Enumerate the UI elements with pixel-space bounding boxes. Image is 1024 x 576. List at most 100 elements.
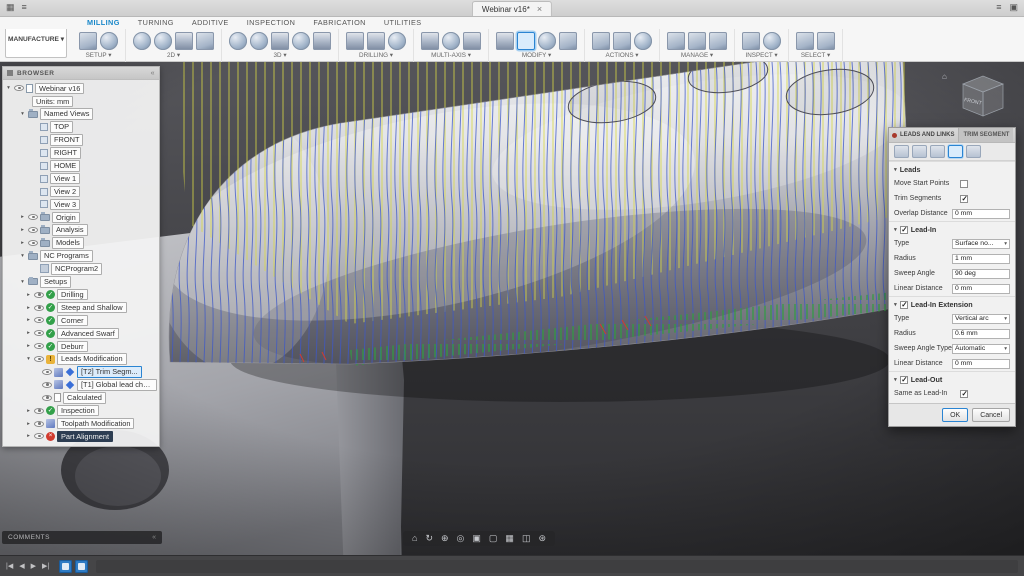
visibility-eye-icon[interactable]: [34, 343, 44, 349]
titlebar-icon[interactable]: ≡: [22, 0, 27, 15]
toolbar-icon[interactable]: [613, 32, 631, 50]
tree-item-label[interactable]: Drilling: [57, 289, 88, 301]
tree-item-label[interactable]: Webinar v16: [35, 83, 84, 95]
view-cube-graphic[interactable]: FRONT: [949, 70, 1011, 122]
field-control[interactable]: 0 mm: [952, 284, 1010, 294]
dialog-tool-tab-icon[interactable]: [966, 145, 981, 158]
tree-item[interactable]: Drilling: [3, 288, 159, 301]
ok-button[interactable]: OK: [942, 408, 968, 422]
tree-item[interactable]: Webinar v16: [3, 82, 159, 95]
field-control[interactable]: 0.6 mm: [952, 329, 1010, 339]
toolbar-group-label[interactable]: DRILLING ▾: [359, 52, 393, 59]
view-cube[interactable]: ⌂ FRONT: [942, 70, 1020, 126]
tree-item[interactable]: Inspection: [3, 404, 159, 417]
tree-item-label[interactable]: Toolpath Modification: [57, 418, 134, 430]
timeline-op-chip[interactable]: [75, 560, 88, 573]
toolbar-icon[interactable]: [271, 32, 289, 50]
toolbar-icon[interactable]: [100, 32, 118, 50]
playback-button[interactable]: |◀: [6, 562, 13, 570]
toolbar-group-label[interactable]: SELECT ▾: [801, 52, 830, 59]
tree-item-label[interactable]: Corner: [57, 315, 88, 327]
view-home-icon[interactable]: ⌂: [942, 72, 947, 81]
toolbar-icon[interactable]: [667, 32, 685, 50]
toolbar-group-label[interactable]: INSPECT ▾: [745, 52, 777, 59]
toolbar-icon[interactable]: [634, 32, 652, 50]
visibility-eye-icon[interactable]: [28, 227, 38, 233]
timeline-op-chip[interactable]: [59, 560, 72, 573]
tree-item[interactable]: View 3: [3, 198, 159, 211]
toolbar-group-label[interactable]: 3D ▾: [274, 52, 287, 59]
toolbar-group-label[interactable]: MODIFY ▾: [522, 52, 551, 59]
nav-tool-icon[interactable]: ↻: [425, 531, 433, 546]
tree-item-label[interactable]: Models: [52, 237, 84, 249]
ribbon-tab[interactable]: MILLING: [78, 16, 129, 29]
tree-item-label[interactable]: Advanced Swarf: [57, 328, 119, 340]
dialog-tool-tab-icon[interactable]: [930, 145, 945, 158]
cancel-button[interactable]: Cancel: [972, 408, 1010, 422]
tree-item-label[interactable]: FRONT: [50, 134, 83, 146]
expand-arrow-icon[interactable]: [25, 356, 32, 362]
nav-tool-icon[interactable]: ⊛: [538, 531, 546, 546]
tree-item[interactable]: TOP: [3, 121, 159, 134]
expand-arrow-icon[interactable]: [25, 408, 32, 414]
dialog-tool-tab-icon[interactable]: [912, 145, 927, 158]
ribbon-tab[interactable]: FABRICATION: [304, 16, 375, 29]
tree-item-label[interactable]: Leads Modification: [57, 353, 127, 365]
tree-item[interactable]: Advanced Swarf: [3, 327, 159, 340]
toolbar-icon[interactable]: [496, 32, 514, 50]
nav-tool-icon[interactable]: ◫: [522, 531, 531, 546]
nav-tool-icon[interactable]: ▢: [489, 531, 498, 546]
dialog-tab-trim-segment[interactable]: TRIM SEGMENT: [958, 128, 1013, 142]
section-collapse-icon[interactable]: [894, 167, 897, 173]
toolbar-icon[interactable]: [559, 32, 577, 50]
tree-item-label[interactable]: Named Views: [40, 108, 93, 120]
tree-item-label[interactable]: [T1] Global lead chan...: [77, 379, 157, 391]
tree-item-label[interactable]: Inspection: [57, 405, 99, 417]
toolbar-icon[interactable]: [346, 32, 364, 50]
ribbon-tab[interactable]: ADDITIVE: [183, 16, 238, 29]
tree-item-label[interactable]: RIGHT: [50, 147, 81, 159]
field-control[interactable]: 0 mm: [952, 359, 1010, 369]
toolbar-icon[interactable]: [133, 32, 151, 50]
ribbon-tab[interactable]: TURNING: [129, 16, 183, 29]
tree-item-label[interactable]: Setups: [40, 276, 71, 288]
tree-item[interactable]: [T2] Trim Segm...: [3, 366, 159, 379]
tree-item[interactable]: Corner: [3, 314, 159, 327]
tree-item[interactable]: View 2: [3, 185, 159, 198]
toolbar-icon[interactable]: [79, 32, 97, 50]
toolbar-icon[interactable]: [796, 32, 814, 50]
tree-item-label[interactable]: Part Alignment: [57, 431, 113, 443]
playback-button[interactable]: ▶: [31, 562, 36, 570]
expand-arrow-icon[interactable]: [19, 111, 26, 117]
expand-arrow-icon[interactable]: [25, 305, 32, 311]
field-control[interactable]: [960, 180, 968, 188]
tree-item-label[interactable]: NCProgram2: [51, 263, 102, 275]
field-control[interactable]: 90 deg: [952, 269, 1010, 279]
visibility-eye-icon[interactable]: [42, 369, 52, 375]
visibility-eye-icon[interactable]: [34, 305, 44, 311]
tree-item[interactable]: [T1] Global lead chan...: [3, 378, 159, 391]
tree-item[interactable]: Units: mm: [3, 95, 159, 108]
expand-arrow-icon[interactable]: [25, 433, 32, 439]
tree-item[interactable]: Analysis: [3, 224, 159, 237]
field-control[interactable]: 0 mm: [952, 209, 1010, 219]
section-header[interactable]: Leads: [889, 161, 1015, 176]
toolbar-group-label[interactable]: MULTI-AXIS ▾: [431, 52, 471, 59]
section-header[interactable]: Lead-Out: [889, 371, 1015, 386]
close-document-icon[interactable]: ×: [537, 4, 542, 14]
toolbar-icon[interactable]: [688, 32, 706, 50]
ribbon-tab[interactable]: INSPECTION: [238, 16, 305, 29]
tree-item-label[interactable]: TOP: [50, 121, 73, 133]
expand-arrow-icon[interactable]: [19, 214, 26, 220]
visibility-eye-icon[interactable]: [34, 292, 44, 298]
field-control[interactable]: Automatic: [952, 344, 1010, 354]
tree-item[interactable]: Steep and Shallow: [3, 301, 159, 314]
toolbar-icon[interactable]: [517, 32, 535, 50]
toolbar-icon[interactable]: [538, 32, 556, 50]
tree-item-label[interactable]: Deburr: [57, 341, 88, 353]
tree-item[interactable]: Deburr: [3, 340, 159, 353]
nav-tool-icon[interactable]: ▦: [505, 531, 514, 546]
section-header[interactable]: Lead-In: [889, 221, 1015, 236]
tree-item-label[interactable]: Units: mm: [32, 96, 73, 108]
visibility-eye-icon[interactable]: [34, 408, 44, 414]
